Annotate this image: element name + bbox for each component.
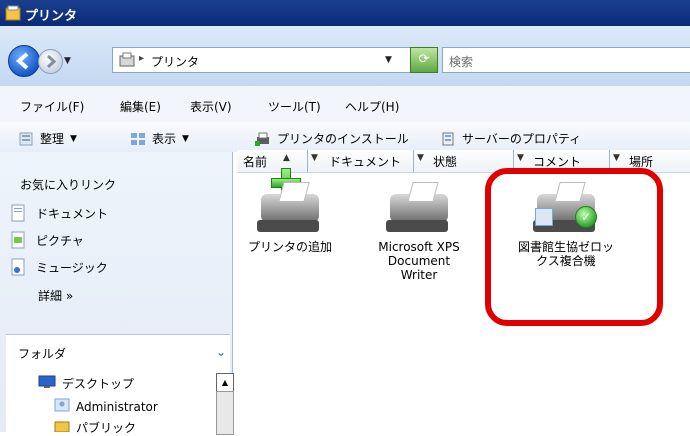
organize-button[interactable]: 整理 ▼ bbox=[18, 130, 77, 147]
view-chevron-icon: ▼ bbox=[182, 133, 189, 144]
title-bar: プリンタ bbox=[0, 0, 690, 26]
printers-folder-icon bbox=[5, 5, 21, 21]
server-properties-icon bbox=[440, 131, 456, 147]
menu-help[interactable]: ヘルプ(H) bbox=[345, 98, 399, 115]
public-folder-icon bbox=[54, 420, 70, 435]
search-input[interactable]: 検索 bbox=[442, 47, 690, 73]
favorite-music[interactable]: ミュージック bbox=[10, 258, 108, 276]
header-status-dropdown-icon[interactable]: ▼ bbox=[517, 153, 524, 163]
address-text: プリンタ bbox=[151, 55, 200, 69]
scroll-up-button[interactable]: ▲ bbox=[216, 373, 234, 393]
refresh-icon: ⟳ bbox=[418, 52, 430, 67]
install-printer-button[interactable]: プリンタのインストール bbox=[255, 130, 409, 147]
view-icon bbox=[130, 131, 146, 147]
refresh-button[interactable]: ⟳ bbox=[410, 47, 438, 73]
back-button[interactable] bbox=[8, 45, 40, 77]
folders-pane: フォルダ ⌄ デスクトップ Administrator パブリック ▲ bbox=[6, 334, 234, 436]
forward-arrow-icon bbox=[46, 54, 57, 69]
add-printer-item[interactable]: プリンタの追加 bbox=[247, 168, 333, 254]
scrollbar-track[interactable] bbox=[216, 391, 234, 435]
folders-collapse-icon[interactable]: ⌄ bbox=[216, 345, 226, 359]
search-placeholder: 検索 bbox=[449, 55, 474, 69]
highlight-box bbox=[485, 168, 663, 326]
organize-chevron-icon: ▼ bbox=[70, 133, 77, 144]
menu-tools[interactable]: ツール(T) bbox=[268, 98, 321, 115]
tree-item-administrator[interactable]: Administrator bbox=[54, 397, 158, 416]
favorites-more-link[interactable]: 詳細 » bbox=[38, 287, 73, 304]
printer-icon bbox=[382, 176, 456, 236]
install-printer-label: プリンタのインストール bbox=[277, 132, 409, 146]
tree-item-administrator-label: Administrator bbox=[76, 399, 158, 414]
favorite-documents-label: ドキュメント bbox=[36, 206, 109, 221]
column-divider bbox=[413, 150, 414, 172]
user-folder-icon bbox=[54, 397, 70, 416]
address-separator-icon: ▸ bbox=[139, 53, 145, 64]
address-dropdown-icon[interactable]: ▼ bbox=[385, 55, 392, 65]
header-name-dropdown-icon[interactable]: ▼ bbox=[311, 153, 318, 163]
desktop-icon bbox=[38, 375, 56, 392]
add-printer-icon bbox=[253, 168, 327, 236]
tree-item-public-label: パブリック bbox=[76, 421, 137, 435]
sort-ascending-icon: ▲ bbox=[283, 153, 290, 163]
menu-bar: ファイル(F) 編集(E) 表示(V) ツール(T) ヘルプ(H) bbox=[0, 86, 690, 123]
header-documents[interactable]: ドキュメント bbox=[329, 153, 401, 170]
documents-icon bbox=[10, 204, 26, 222]
header-status[interactable]: 状態 bbox=[433, 153, 457, 170]
server-properties-button[interactable]: サーバーのプロパティ bbox=[440, 130, 581, 147]
add-printer-label: プリンタの追加 bbox=[247, 240, 332, 254]
printer-xps-label: Microsoft XPS Document Writer bbox=[378, 240, 460, 282]
history-dropdown[interactable]: ▼ bbox=[64, 56, 71, 66]
music-icon bbox=[10, 258, 26, 276]
column-divider bbox=[307, 150, 308, 172]
favorites-title: お気に入りリンク bbox=[20, 178, 117, 192]
folders-title: フォルダ bbox=[18, 347, 67, 361]
navigation-pane: お気に入りリンク ドキュメント ピクチャ ミュージック 詳細 » フォルダ ⌄ … bbox=[0, 152, 234, 436]
favorite-pictures-label: ピクチャ bbox=[36, 233, 84, 248]
menu-view[interactable]: 表示(V) bbox=[190, 98, 232, 115]
menu-edit[interactable]: 編集(E) bbox=[120, 98, 161, 115]
address-bar[interactable]: ▸ プリンタ ▼ bbox=[112, 47, 412, 73]
favorite-documents[interactable]: ドキュメント bbox=[10, 204, 108, 222]
header-comment-dropdown-icon[interactable]: ▼ bbox=[613, 153, 620, 163]
organize-label: 整理 bbox=[40, 132, 65, 146]
tree-item-desktop[interactable]: デスクトップ bbox=[38, 375, 134, 392]
menu-file[interactable]: ファイル(F) bbox=[20, 98, 84, 115]
favorite-music-label: ミュージック bbox=[36, 260, 108, 275]
view-button[interactable]: 表示 ▼ bbox=[130, 130, 189, 147]
printer-folder-icon bbox=[119, 52, 135, 68]
server-properties-label: サーバーのプロパティ bbox=[462, 132, 582, 146]
tree-item-desktop-label: デスクトップ bbox=[62, 377, 135, 391]
favorite-pictures[interactable]: ピクチャ bbox=[10, 231, 84, 249]
tree-item-public[interactable]: パブリック bbox=[54, 419, 136, 436]
organize-icon bbox=[18, 131, 34, 147]
back-arrow-icon bbox=[15, 52, 29, 70]
install-printer-icon bbox=[255, 131, 271, 147]
toolbar: 整理 ▼ 表示 ▼ プリンタのインストール サーバーのプロパティ bbox=[0, 122, 690, 152]
forward-button[interactable] bbox=[38, 49, 63, 74]
printer-xps-item[interactable]: Microsoft XPS Document Writer bbox=[368, 176, 470, 282]
pictures-icon bbox=[10, 231, 26, 249]
header-name[interactable]: 名前 bbox=[243, 153, 267, 170]
view-label: 表示 bbox=[152, 132, 177, 146]
window-title: プリンタ bbox=[25, 9, 78, 24]
header-documents-dropdown-icon[interactable]: ▼ bbox=[417, 153, 424, 163]
